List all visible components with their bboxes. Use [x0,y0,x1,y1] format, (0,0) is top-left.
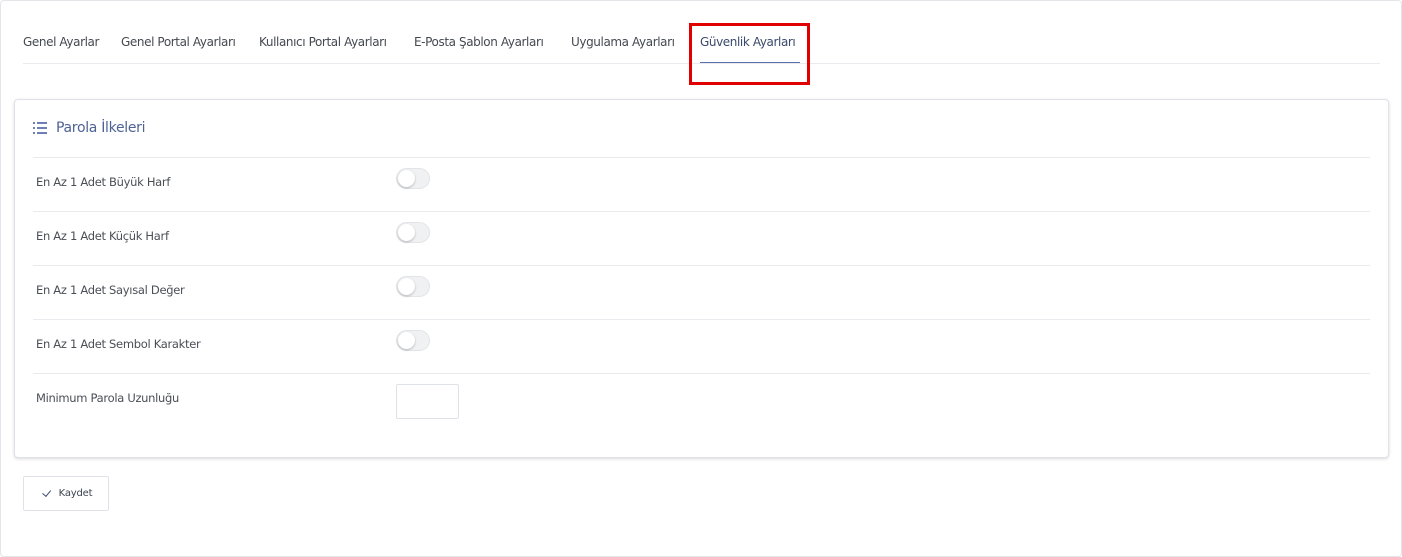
save-button[interactable]: Kaydet [23,476,109,511]
policy-row-uppercase: En Az 1 Adet Büyük Harf [33,157,1370,211]
tab-genel-portal-ayarlari[interactable]: Genel Portal Ayarları [121,35,236,49]
card-header: Parola İlkeleri [33,114,146,142]
tab-genel-ayarlar[interactable]: Genel Ayarlar [23,35,99,49]
tab-kullanici-portal-ayarlari[interactable]: Kullanıcı Portal Ayarları [259,35,387,49]
policy-row-numeric: En Az 1 Adet Sayısal Değer [33,265,1370,319]
save-button-label: Kaydet [58,488,93,499]
symbol-toggle[interactable] [396,330,430,351]
policy-label: En Az 1 Adet Sembol Karakter [36,337,201,351]
settings-panel: Genel Ayarlar Genel Portal Ayarları Kull… [0,0,1402,557]
password-policy-card: Parola İlkeleri En Az 1 Adet Büyük Harf … [14,99,1389,458]
list-icon [33,122,47,134]
card-title: Parola İlkeleri [56,120,146,136]
min-length-input[interactable] [396,384,459,419]
tab-guvenlik-ayarlari[interactable]: Güvenlik Ayarları [700,35,796,49]
policy-label: En Az 1 Adet Büyük Harf [36,175,171,189]
policy-label: En Az 1 Adet Küçük Harf [36,229,169,243]
policy-row-symbol: En Az 1 Adet Sembol Karakter [33,319,1370,373]
check-icon [40,489,50,498]
policy-label: Minimum Parola Uzunluğu [36,391,180,405]
uppercase-toggle[interactable] [396,168,430,189]
lowercase-toggle[interactable] [396,222,430,243]
policy-label: En Az 1 Adet Sayısal Değer [36,283,185,297]
numeric-toggle[interactable] [396,276,430,297]
settings-tabs: Genel Ayarlar Genel Portal Ayarları Kull… [23,23,1380,64]
tab-e-posta-sablon-ayarlari[interactable]: E-Posta Şablon Ayarları [414,35,544,49]
policy-row-min-length: Minimum Parola Uzunluğu [33,373,1370,427]
tab-uygulama-ayarlari[interactable]: Uygulama Ayarları [571,35,675,49]
active-tab-indicator [700,62,800,63]
policy-row-lowercase: En Az 1 Adet Küçük Harf [33,211,1370,265]
